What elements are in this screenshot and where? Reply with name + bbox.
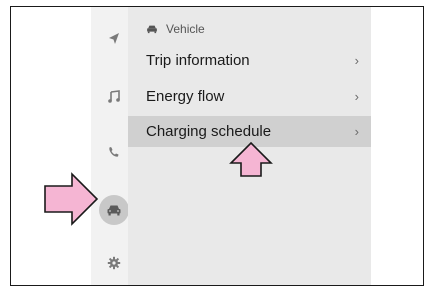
phone-icon <box>109 147 119 157</box>
callout-arrow-up <box>229 141 273 177</box>
menu-item-label: Charging schedule <box>146 123 272 140</box>
car-icon <box>107 205 121 216</box>
panel-header: Vehicle <box>146 21 205 37</box>
car-icon <box>146 24 158 34</box>
navigation-arrow-icon <box>109 33 119 44</box>
menu-item-trip-information[interactable]: Trip information › <box>128 45 371 76</box>
menu-item-label: Energy flow <box>146 88 225 105</box>
gear-icon <box>107 256 121 270</box>
chevron-right-icon: › <box>354 89 359 104</box>
music-note-icon <box>108 90 120 103</box>
callout-arrow-right <box>44 172 99 226</box>
chevron-right-icon: › <box>354 124 359 139</box>
menu-item-energy-flow[interactable]: Energy flow › <box>128 81 371 112</box>
panel-title: Vehicle <box>166 22 205 36</box>
menu-item-label: Trip information <box>146 52 250 69</box>
vehicle-selected-indicator <box>99 195 129 225</box>
chevron-right-icon: › <box>354 53 359 68</box>
screen-frame: Vehicle Trip information › Energy flow ›… <box>10 6 424 286</box>
